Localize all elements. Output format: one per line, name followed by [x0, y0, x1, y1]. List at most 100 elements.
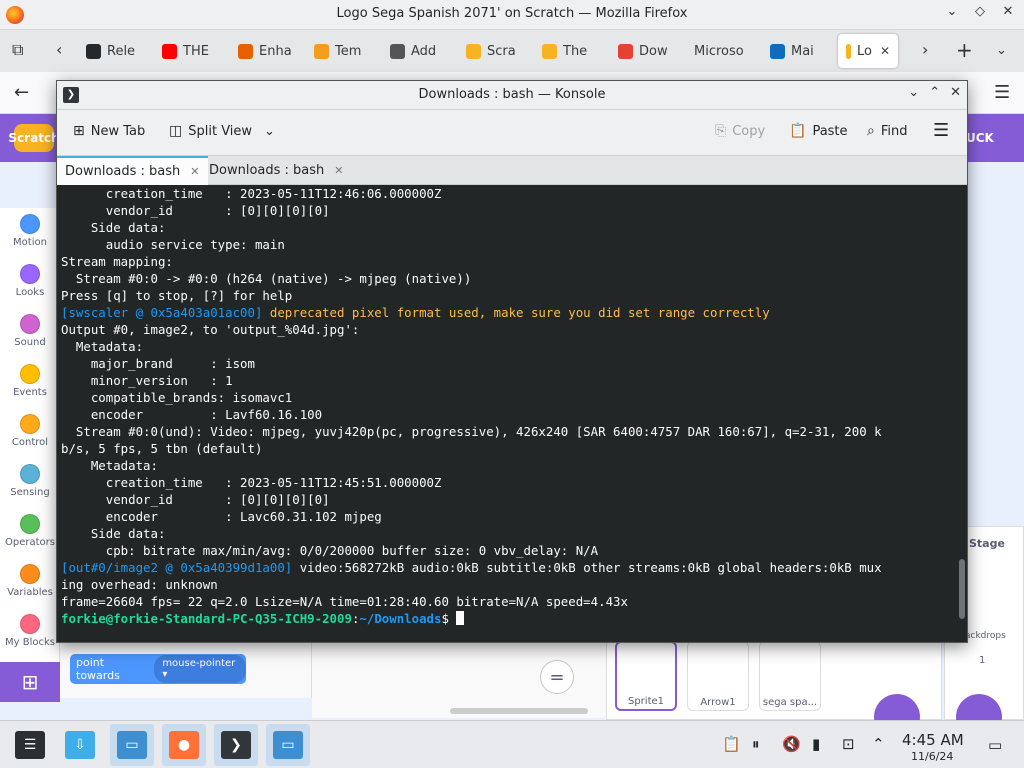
category-dot-icon [20, 464, 40, 484]
terminal-line: Metadata: [61, 339, 144, 354]
list-all-tabs-icon[interactable]: ⌄ [996, 43, 1007, 58]
scratch-icon [542, 43, 557, 59]
terminal-line: creation_time : 2023-05-11T12:45:51.0000… [61, 475, 442, 490]
scroll-tabs-right-icon[interactable]: › [922, 40, 928, 59]
category-sound[interactable]: Sound [0, 314, 60, 348]
terminal-line: encoder : Lavf60.16.100 [61, 407, 323, 422]
close-tab-icon[interactable]: ✕ [334, 164, 343, 177]
firefox-tab[interactable]: Add [382, 34, 458, 68]
point-towards-block[interactable]: point towards mouse-pointer ▾ [70, 654, 246, 684]
terminal-line: Stream mapping: [61, 254, 173, 269]
tab-label: THE [183, 43, 209, 59]
tab-label: The [563, 43, 588, 59]
category-variables[interactable]: Variables [0, 564, 60, 598]
category-operators[interactable]: Operators [0, 514, 60, 548]
x-icon [618, 43, 633, 59]
konsole-icon[interactable]: ❯ [214, 724, 258, 766]
tab-label: Downloads : bash [65, 164, 181, 179]
new-tab-icon[interactable]: + [956, 38, 973, 62]
terminal-line: Stream #0:0 -> #0:0 (h264 (native) -> mj… [61, 271, 472, 286]
close-tab-icon[interactable]: ✕ [880, 44, 890, 58]
firefox-tab[interactable]: The [534, 34, 610, 68]
firefox-tab[interactable]: THE [154, 34, 230, 68]
clock-time[interactable]: 4:45 AM [902, 731, 964, 749]
sprite-thumbnail[interactable]: sega spa... [759, 641, 821, 711]
category-dot-icon [20, 564, 40, 584]
show-desktop-icon[interactable]: ▭ [988, 736, 1002, 754]
new-tab-label: New Tab [90, 123, 146, 139]
close-icon[interactable]: ✕ [950, 85, 961, 100]
terminal-output[interactable]: creation_time : 2023-05-11T12:46:06.0000… [57, 185, 953, 642]
firefox-tab[interactable]: Tem [306, 34, 382, 68]
backdrops-count: 1 [979, 655, 986, 666]
firefox-tab[interactable]: Dow [610, 34, 686, 68]
app-glyph: ▭ [273, 731, 303, 759]
terminal-line: audio service type: main [61, 237, 285, 252]
clock-date[interactable]: 11/6/24 [911, 750, 953, 763]
hamburger-menu-icon[interactable]: ☰ [933, 120, 949, 141]
category-my-blocks[interactable]: My Blocks [0, 614, 60, 648]
github-icon [86, 43, 101, 59]
firefox-tab[interactable]: Scra [458, 34, 534, 68]
firefox-tab[interactable]: Lo ✕ [838, 34, 898, 68]
stage-title: Stage [969, 537, 1005, 550]
firefox-addon-icon [238, 43, 253, 59]
category-control[interactable]: Control [0, 414, 60, 448]
block-label: point towards [76, 656, 120, 682]
maximize-icon[interactable]: ⌃ [929, 85, 940, 100]
close-tab-icon[interactable]: ✕ [190, 165, 199, 178]
tab-list-icon[interactable]: ⧉ [12, 40, 23, 60]
firefox-tab[interactable]: Enha [230, 34, 306, 68]
battery-icon[interactable]: ▮ [812, 735, 820, 753]
script-scrollbar[interactable] [450, 708, 588, 714]
category-label: Operators [5, 537, 55, 548]
back-icon[interactable]: ← [14, 82, 29, 103]
app-menu-icon[interactable]: ☰ [994, 82, 1010, 103]
minimize-icon[interactable]: ⌄ [908, 85, 919, 100]
zoom-reset-button[interactable]: = [540, 660, 574, 694]
category-label: Events [13, 387, 47, 398]
firefox-tab[interactable]: Microso [686, 34, 762, 68]
copy-button[interactable]: ⎘ Copy [715, 123, 765, 139]
split-view-button[interactable]: ◫ Split View ⌄ [169, 123, 275, 139]
discover-icon[interactable]: ⇩ [58, 724, 102, 766]
terminal-cursor [456, 611, 465, 625]
application-launcher-icon[interactable]: ☰ [8, 724, 52, 766]
konsole-tab-2[interactable]: Downloads : bash ✕ [201, 156, 352, 185]
firefox-icon[interactable]: ● [162, 724, 206, 766]
category-looks[interactable]: Looks [0, 264, 60, 298]
volume-muted-icon[interactable]: 🔇 [782, 735, 801, 753]
network-icon[interactable]: ⊡ [842, 735, 855, 753]
terminal-line: minor_version : 1 [61, 373, 233, 388]
search-icon: ⌕ [867, 123, 875, 139]
block-dropdown[interactable]: mouse-pointer ▾ [154, 655, 246, 683]
block-dropdown-value: mouse-pointer [162, 658, 236, 669]
scratch-logo[interactable]: Scratch [8, 124, 60, 152]
category-motion[interactable]: Motion [0, 214, 60, 248]
dolphin-icon[interactable]: ▭ [110, 724, 154, 766]
close-icon[interactable]: ✕ [1000, 4, 1016, 19]
add-extension-button[interactable]: ⊞ [0, 662, 60, 702]
konsole-tab-1[interactable]: Downloads : bash ✕ [57, 156, 208, 185]
sprite-label: sega spa... [762, 697, 818, 708]
find-button[interactable]: ⌕ Find [867, 123, 907, 139]
scratch-menu-label[interactable]: UCK [966, 131, 994, 145]
sprite-thumbnail[interactable]: Sprite1 [615, 641, 677, 711]
media-pause-icon[interactable]: ⏸ [752, 735, 760, 753]
new-tab-button[interactable]: ⊞ New Tab [73, 123, 145, 139]
firefox-tab[interactable]: Rele [78, 34, 154, 68]
minimize-icon[interactable]: ⌄ [944, 4, 960, 19]
konsole-toolbar: ⊞ New Tab ◫ Split View ⌄ ⎘ Copy 📋 Paste … [57, 110, 967, 156]
clipboard-icon[interactable]: 📋 [722, 735, 741, 753]
category-menu: Motion Looks Sound Events Control Sensing Oper… [0, 208, 60, 698]
chevron-up-icon[interactable]: ⌃ [872, 735, 885, 753]
scroll-tabs-left-icon[interactable]: ‹ [56, 40, 62, 59]
dolphin-icon[interactable]: ▭ [266, 724, 310, 766]
category-events[interactable]: Events [0, 364, 60, 398]
terminal-scrollbar[interactable] [959, 559, 965, 619]
sprite-thumbnail[interactable]: Arrow1 [687, 641, 749, 711]
firefox-tab[interactable]: Mai [762, 34, 838, 68]
maximize-icon[interactable]: ◇ [972, 4, 988, 19]
paste-button[interactable]: 📋 Paste [789, 123, 848, 139]
category-sensing[interactable]: Sensing [0, 464, 60, 498]
